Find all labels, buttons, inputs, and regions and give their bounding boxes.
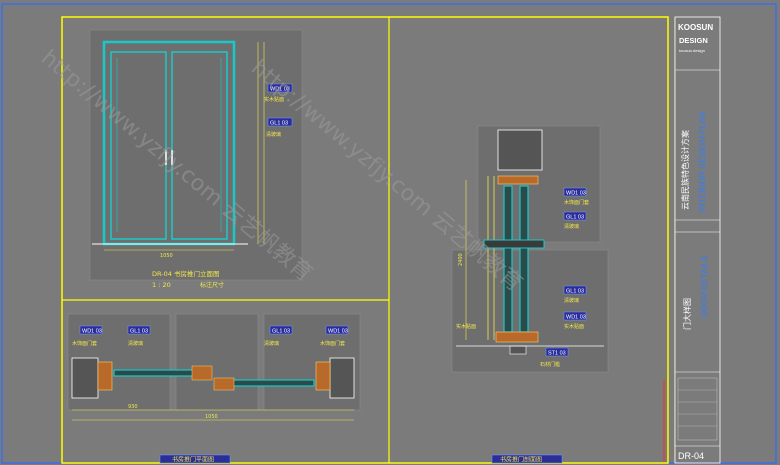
elevation-title: DR-04 书房推门立面图 — [152, 269, 219, 278]
material-tag-code: GL1 03 — [272, 329, 290, 335]
material-tag-code: WD1 03 — [566, 315, 586, 321]
door-pull-block — [213, 377, 235, 391]
material-tag-label: 清玻璃 — [266, 131, 281, 138]
material-tag-label: 清玻璃 — [564, 297, 579, 304]
dimension-value: 1050 — [205, 414, 218, 420]
door-plan[interactable]: 930 1050 WD1 03 木饰面门套 GL1 03 清玻璃 GL1 03 … — [67, 313, 361, 464]
plan-title: 书房推门平面图 — [172, 456, 214, 464]
material-tag-label: 石材门槛 — [540, 361, 560, 368]
brand-name: KOOSUN — [678, 23, 713, 32]
material-tag-code: GL1 03 — [566, 289, 584, 295]
door-section[interactable]: 2400 WD1 03 木饰面门套 GL1 03 清玻璃 GL1 03 清玻璃 … — [451, 125, 609, 464]
project-name-cn: 云南民族特色设计方案 — [680, 130, 690, 210]
material-tag-code: WD1 03 — [328, 329, 348, 335]
material-tag-label: 实木贴面 — [564, 323, 584, 330]
plan-background-panel — [175, 313, 259, 411]
door-frame-left — [97, 361, 113, 391]
header-hatch — [497, 129, 543, 171]
sheet-number: DR-04 — [678, 451, 704, 461]
section-background-panel — [451, 249, 609, 373]
dimension-value: 1050 — [160, 253, 173, 259]
door-frame-right — [315, 361, 331, 391]
drawing-name-en: DOOR DETAILS — [699, 255, 709, 318]
top-track — [497, 175, 539, 185]
door-leaf-section — [519, 185, 529, 333]
door-pull-block — [191, 365, 213, 381]
material-tag-code: ST1 03 — [548, 351, 566, 357]
material-tag-code: GL1 03 — [130, 329, 148, 335]
brand-line3: koosun.design — [679, 48, 705, 53]
drawing-name-cn: 门大样图 — [682, 298, 692, 330]
brand-line2: DESIGN — [679, 36, 708, 45]
material-tag-label: 木饰面门套 — [320, 340, 345, 347]
dimension-value: 930 — [128, 404, 138, 410]
wall-hatch-left — [71, 357, 99, 399]
material-tag-code: GL1 03 — [566, 215, 584, 221]
mid-rail — [483, 239, 545, 249]
material-tag-label: 木饰面门套 — [564, 199, 589, 206]
material-tag-label: 清玻璃 — [264, 340, 279, 347]
material-tag-code: WD1 03 — [566, 191, 586, 197]
elevation-note: 标注尺寸 — [200, 281, 224, 289]
section-note: 实木贴面 — [456, 323, 476, 330]
project-name-en: INTERIOR DESIGN PLAN — [697, 112, 707, 212]
material-tag-code: GL1 03 — [270, 121, 288, 127]
floor-block — [509, 345, 527, 355]
title-block-panel — [674, 16, 721, 464]
cad-drawing-canvas[interactable]: WD1 03 实木贴面 GL1 03 清玻璃 DR-04 书房推门立面图 1 :… — [0, 0, 780, 465]
elevation-scale: 1 : 20 — [152, 281, 171, 289]
bottom-threshold — [495, 331, 539, 343]
material-tag-code: WD1 03 — [82, 329, 102, 335]
material-tag-label: 清玻璃 — [564, 223, 579, 230]
title-block[interactable]: KOOSUN DESIGN koosun.design 云南民族特色设计方案 I… — [663, 16, 721, 464]
material-tag-label: 木饰面门套 — [72, 340, 97, 347]
material-tag-label: 清玻璃 — [128, 340, 143, 347]
section-title: 书房推门剖面图 — [500, 456, 542, 464]
wall-hatch-right — [329, 357, 355, 399]
